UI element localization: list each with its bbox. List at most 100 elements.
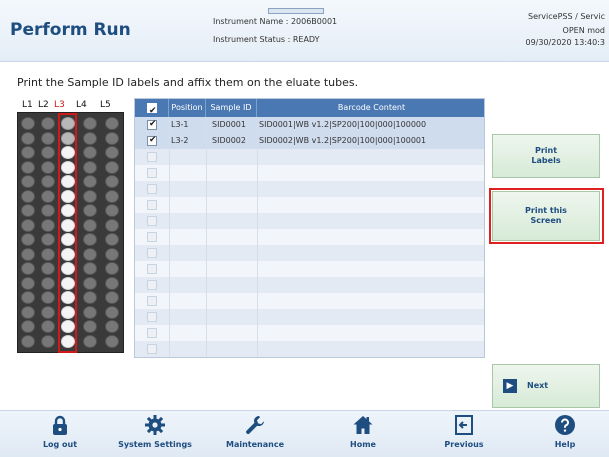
cell-position: L3-1: [171, 120, 189, 129]
active-lane-highlight: [58, 113, 77, 353]
wrench-icon: [246, 416, 264, 434]
rack-column: [83, 117, 97, 349]
mode-info: OPEN mod: [562, 26, 605, 35]
rack-tube: [83, 320, 97, 333]
rack-tube: [21, 189, 35, 203]
table-row[interactable]: [135, 181, 484, 197]
rack-column: [105, 117, 119, 349]
rack-tube: [21, 334, 35, 348]
rack-tube: [41, 117, 55, 130]
rack-tube: [21, 291, 35, 304]
rack-tube: [105, 218, 119, 232]
instrument-name: Instrument Name : 2006B0001: [213, 17, 338, 26]
row-checkbox: [147, 216, 157, 226]
instrument-status: Instrument Status : READY: [213, 35, 320, 44]
page-title: Perform Run: [10, 20, 131, 40]
table-row[interactable]: [135, 197, 484, 213]
header-select-all-cell[interactable]: [135, 99, 169, 120]
column-divider: [206, 117, 207, 357]
table-row[interactable]: [135, 229, 484, 245]
maintenance-label: Maintenance: [225, 440, 284, 449]
home-button[interactable]: Home: [318, 414, 408, 457]
lane-label-5: L5: [100, 100, 111, 110]
print-screen-button[interactable]: Print this Screen: [492, 191, 600, 241]
rack-tube: [83, 247, 97, 261]
system-settings-button[interactable]: System Settings: [110, 414, 200, 457]
rack-tube: [41, 175, 55, 188]
header-bar: Perform Run Instrument Name : 2006B0001 …: [0, 0, 609, 62]
row-checkbox: [147, 280, 157, 290]
table-row[interactable]: [135, 277, 484, 293]
table-row[interactable]: [135, 309, 484, 325]
table-row[interactable]: [135, 245, 484, 261]
rack-tube: [105, 146, 119, 159]
table-row[interactable]: [135, 213, 484, 229]
select-all-checkbox[interactable]: [147, 102, 157, 120]
rack-tube: [41, 160, 55, 174]
logout-button[interactable]: Log out: [15, 414, 105, 457]
row-checkbox: [147, 312, 157, 322]
rack-tube: [105, 291, 119, 304]
rack-tube: [105, 175, 119, 188]
row-checkbox: [147, 296, 157, 306]
previous-label: Previous: [444, 440, 484, 449]
table-row[interactable]: L3-2 SID0002 SID0002|WB v1.2|SP200|100|000…: [135, 133, 484, 149]
rack-tube: [41, 218, 55, 232]
next-button[interactable]: ▶ Next: [492, 364, 600, 408]
previous-button[interactable]: Previous: [419, 414, 509, 457]
help-button[interactable]: Help: [520, 414, 609, 457]
row-checkbox[interactable]: [147, 119, 157, 130]
table-row[interactable]: [135, 261, 484, 277]
rack-tube: [41, 291, 55, 304]
help-label: Help: [554, 440, 576, 449]
rack-tube: [21, 117, 35, 130]
column-header-barcode: Barcode Content: [337, 103, 406, 112]
rack-tube: [41, 276, 55, 290]
table-row[interactable]: L3-1 SID0001 SID0001|WB v1.2|SP200|100|000…: [135, 117, 484, 133]
lane-label-3: L3: [54, 100, 65, 110]
rack-tube: [21, 320, 35, 333]
print-screen-label: Print this Screen: [525, 206, 567, 225]
rack-tube: [83, 276, 97, 290]
row-checkbox: [147, 344, 157, 354]
cell-sample-id: SID0001: [212, 120, 246, 129]
rack-tube: [41, 247, 55, 261]
rack-tube: [41, 262, 55, 275]
rack-tube: [83, 175, 97, 188]
rack-tube: [41, 204, 55, 217]
rack-tube: [83, 334, 97, 348]
rack-tube: [105, 247, 119, 261]
rack-tube: [83, 189, 97, 203]
gear-icon: [145, 415, 165, 435]
column-divider: [257, 117, 258, 357]
table-row[interactable]: [135, 325, 484, 341]
row-checkbox: [147, 232, 157, 242]
rack-tube: [21, 175, 35, 188]
table-row[interactable]: [135, 149, 484, 165]
cell-barcode: SID0002|WB v1.2|SP200|100|000|100001: [259, 136, 427, 145]
table-row[interactable]: [135, 341, 484, 357]
rack-tube: [83, 218, 97, 232]
row-checkbox: [147, 248, 157, 258]
lane-label-1: L1: [22, 100, 33, 110]
rack-column: [41, 117, 55, 349]
cell-position: L3-2: [171, 136, 189, 145]
table-row[interactable]: [135, 165, 484, 181]
home-icon: [353, 416, 373, 434]
print-labels-button[interactable]: Print Labels: [492, 134, 600, 178]
print-labels-label: Print Labels: [531, 146, 561, 165]
rack-tube: [105, 305, 119, 319]
table-row[interactable]: [135, 293, 484, 309]
datetime: 09/30/2020 13:40:3: [525, 38, 606, 47]
rack-tube: [105, 117, 119, 130]
rack-tube: [83, 233, 97, 246]
rack-tube: [41, 233, 55, 246]
rack-tube: [21, 276, 35, 290]
rack-tube: [21, 233, 35, 246]
rack-tube: [105, 204, 119, 217]
rack-tube: [83, 262, 97, 275]
row-checkbox: [147, 328, 157, 338]
row-checkbox[interactable]: [147, 135, 157, 146]
rack-tube: [21, 146, 35, 159]
maintenance-button[interactable]: Maintenance: [210, 414, 300, 457]
